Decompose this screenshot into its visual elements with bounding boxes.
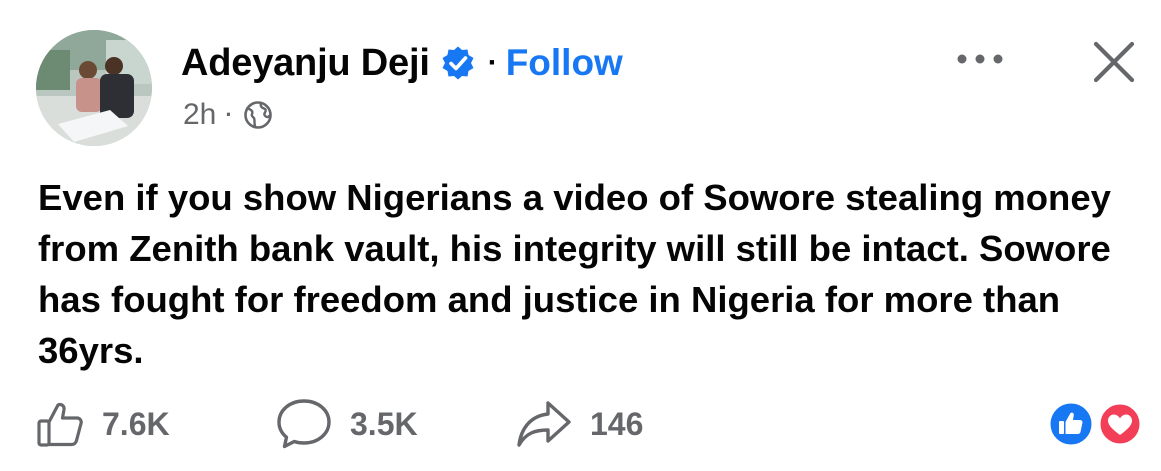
like-count: 7.6K (102, 405, 170, 442)
like-button[interactable]: 7.6K (36, 400, 276, 448)
comment-bubble-icon (277, 399, 331, 449)
share-count: 146 (590, 405, 644, 442)
verified-badge-icon (440, 45, 476, 81)
author-name[interactable]: Adeyanju Deji (181, 42, 430, 85)
comment-button[interactable]: 3.5K (276, 398, 516, 450)
post-text: Even if you show Nigerians a video of So… (38, 177, 1111, 371)
meta-separator: · (225, 102, 233, 127)
like-reaction-icon (1047, 400, 1095, 448)
love-reaction-icon (1097, 401, 1143, 447)
comment-count: 3.5K (350, 405, 418, 442)
post-meta: 2h · (183, 94, 273, 136)
name-separator: · (487, 46, 498, 79)
author-avatar[interactable] (36, 30, 152, 146)
reaction-summary[interactable] (1046, 400, 1146, 448)
share-button[interactable]: 146 (516, 399, 643, 449)
more-options-icon[interactable] (950, 44, 1010, 74)
post-actions: 7.6K 3.5K 146 (36, 396, 643, 452)
follow-button[interactable]: Follow (506, 42, 623, 84)
thumbs-up-icon (37, 402, 83, 447)
post-timestamp[interactable]: 2h (183, 98, 216, 132)
globe-icon[interactable] (243, 100, 273, 130)
post-header: Adeyanju Deji · Follow (181, 40, 623, 86)
close-icon[interactable] (1090, 38, 1138, 86)
share-arrow-icon (517, 401, 571, 447)
avatar-photo (36, 30, 152, 146)
